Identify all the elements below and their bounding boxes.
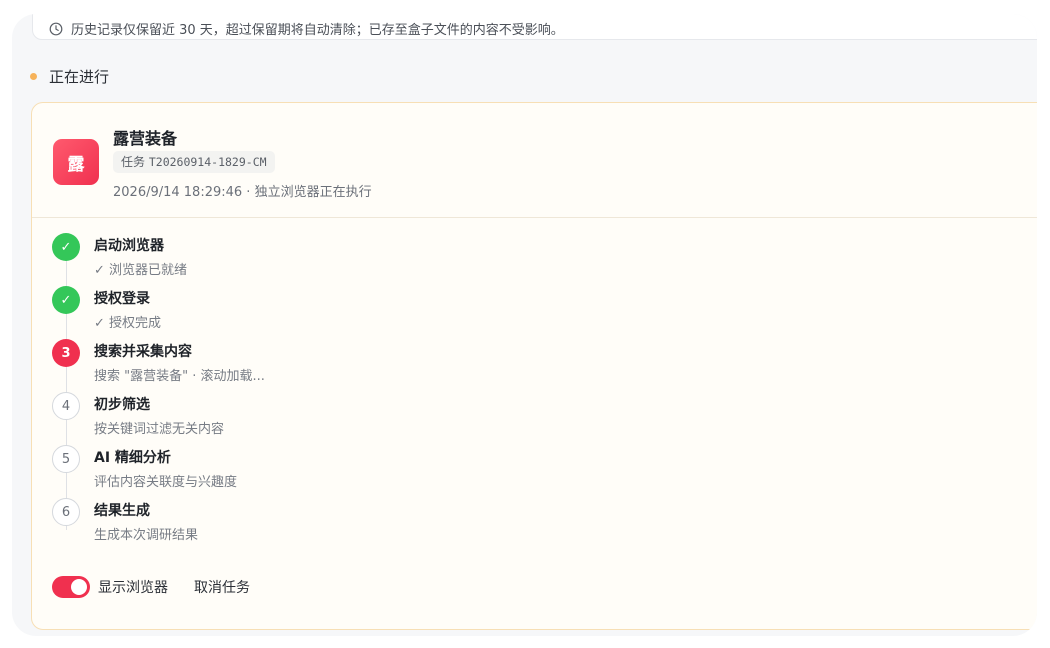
show-browser-label[interactable]: 显示浏览器 [98, 577, 168, 597]
step-desc: 搜索 "露营装备" · 滚动加载... [94, 369, 265, 384]
task-app-icon: 露 [53, 139, 99, 185]
step-title: 搜索并采集内容 [94, 344, 192, 360]
step-title: AI 精细分析 [94, 450, 171, 466]
step-authorize-login: ✓ 授权登录 ✓ 授权完成 [52, 286, 652, 336]
step-desc: ✓ 浏览器已就绪 [94, 263, 188, 278]
step-ai-analysis: 5 AI 精细分析 评估内容关联度与兴趣度 [52, 445, 652, 495]
step-launch-browser: ✓ 启动浏览器 ✓ 浏览器已就绪 [52, 233, 652, 283]
task-title: 露营装备 [113, 129, 178, 148]
retention-notice: 历史记录仅保留近 30 天，超过保留期将自动清除；已存至盒子文件的内容不受影响。 [32, 14, 1037, 40]
notice-text: 历史记录仅保留近 30 天，超过保留期将自动清除；已存至盒子文件的内容不受影响。 [71, 23, 564, 38]
step-badge-done: ✓ [52, 233, 80, 261]
step-title: 初步筛选 [94, 397, 150, 413]
task-id-badge: 任务 T20260914-1829-CM [113, 151, 275, 173]
section-title: 正在进行 [49, 68, 110, 86]
section-header: 正在进行 [30, 66, 109, 87]
step-badge-pending: 6 [52, 498, 80, 526]
card-divider [32, 217, 1037, 218]
cancel-task-button[interactable]: 取消任务 [194, 577, 250, 597]
task-id-value: T20260914-1829-CM [148, 155, 267, 169]
step-title: 授权登录 [94, 291, 150, 307]
step-desc: ✓ 授权完成 [94, 316, 162, 331]
step-title: 结果生成 [94, 503, 150, 519]
toggle-knob [71, 579, 87, 595]
step-title: 启动浏览器 [94, 238, 164, 254]
step-result-generation: 6 结果生成 生成本次调研结果 [52, 498, 652, 548]
step-search-collect: 3 搜索并采集内容 搜索 "露营装备" · 滚动加载... [52, 339, 652, 389]
step-badge-pending: 5 [52, 445, 80, 473]
status-dot [30, 73, 37, 80]
task-icon-char: 露 [67, 154, 85, 175]
step-desc: 生成本次调研结果 [94, 528, 199, 543]
task-footer: 显示浏览器 取消任务 [52, 576, 250, 598]
step-initial-filter: 4 初步筛选 按关键词过滤无关内容 [52, 392, 652, 442]
task-card: 露 露营装备 任务 T20260914-1829-CM 2026/9/14 18… [31, 102, 1037, 630]
step-badge-done: ✓ [52, 286, 80, 314]
step-badge-active: 3 [52, 339, 80, 367]
task-id-label: 任务 [121, 155, 146, 169]
task-meta: 2026/9/14 18:29:46 · 独立浏览器正在执行 [113, 185, 372, 200]
clock-icon [49, 22, 63, 35]
step-desc: 按关键词过滤无关内容 [94, 422, 225, 437]
step-desc: 评估内容关联度与兴趣度 [94, 475, 238, 490]
step-badge-pending: 4 [52, 392, 80, 420]
task-panel: 历史记录仅保留近 30 天，超过保留期将自动清除；已存至盒子文件的内容不受影响。… [12, 14, 1037, 636]
show-browser-toggle[interactable] [52, 576, 90, 598]
